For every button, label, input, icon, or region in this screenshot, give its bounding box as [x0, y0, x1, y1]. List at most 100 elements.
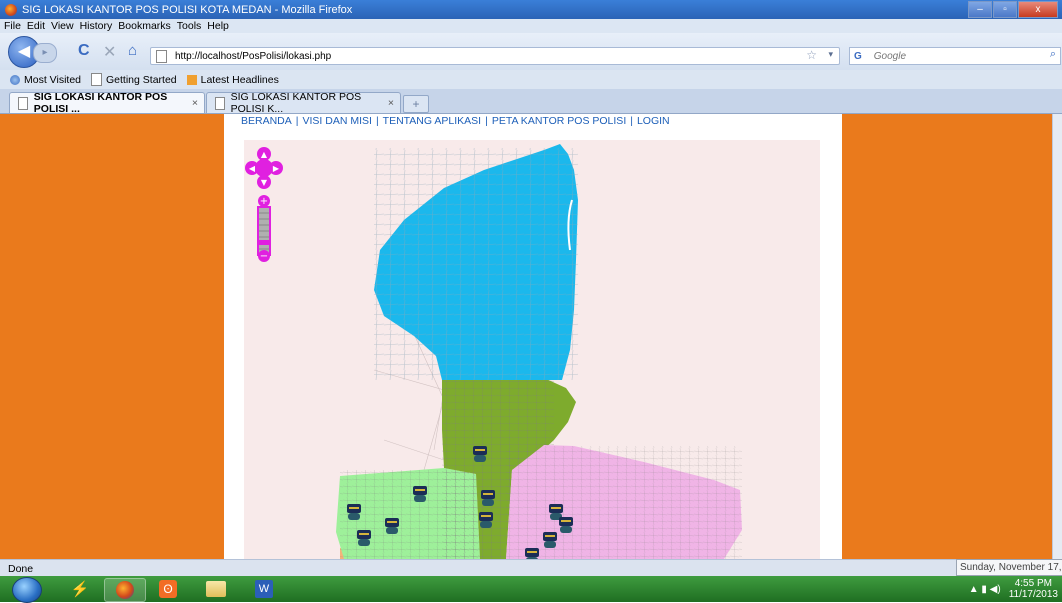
police-marker[interactable] — [559, 517, 573, 533]
menu-help[interactable]: Help — [207, 20, 229, 32]
url-input[interactable] — [173, 49, 777, 63]
tab-close-icon[interactable]: × — [388, 97, 394, 109]
page-content: BERANDA | VISI DAN MISI | TENTANG APLIKASI | P… — [0, 114, 1062, 559]
bookmark-label: Getting Started — [106, 73, 177, 86]
tab-label: SIG LOKASI KANTOR POS POLISI K... — [230, 91, 362, 115]
rss-icon — [186, 74, 197, 85]
nav-separator: | — [375, 115, 379, 127]
zoom-slider-handle[interactable] — [257, 240, 271, 245]
vertical-scrollbar[interactable] — [1052, 114, 1062, 559]
police-marker[interactable] — [413, 486, 427, 502]
page-icon — [215, 96, 225, 110]
tab-lokasi-second[interactable]: SIG LOKASI KANTOR POS POLISI K... × — [206, 91, 401, 115]
xampp-icon: ʘ — [159, 580, 177, 598]
minimize-button[interactable]: – — [968, 1, 992, 18]
tab-close-icon[interactable]: × — [192, 97, 198, 109]
new-tab-button[interactable]: + — [403, 95, 429, 113]
map-zoom-control[interactable]: + − — [257, 195, 271, 262]
close-button[interactable]: x — [1018, 1, 1058, 18]
folder-icon — [206, 581, 226, 597]
menu-bar: File Edit View History Bookmarks Tools H… — [0, 19, 1062, 33]
zoom-out-icon: − — [260, 251, 268, 262]
start-button[interactable] — [12, 577, 42, 603]
taskbar-word[interactable]: W — [244, 578, 284, 600]
tray-clock[interactable]: 4:55 PM 11/17/2013 — [1009, 578, 1058, 600]
bookmarks-toolbar: Most Visited Getting Started Latest Head… — [0, 70, 1062, 90]
date-tooltip: Sunday, November 17, 2013 — [956, 559, 1062, 588]
page-icon — [18, 96, 28, 110]
nav-link-tentang-aplikasi[interactable]: TENTANG APLIKASI — [383, 115, 481, 127]
nav-link-visi-misi[interactable]: VISI DAN MISI — [303, 115, 372, 127]
firefox-icon — [116, 581, 134, 599]
police-marker[interactable] — [473, 446, 487, 462]
bookmark-most-visited[interactable]: Most Visited — [10, 74, 81, 86]
menu-view[interactable]: View — [51, 20, 74, 32]
system-tray: ▲ ▮ ◀) 4:55 PM 11/17/2013 — [969, 576, 1062, 602]
menu-edit[interactable]: Edit — [27, 20, 45, 32]
forward-button[interactable]: ▸ — [33, 43, 57, 63]
window-title: SIG LOKASI KANTOR POS POLISI KOTA MEDAN … — [22, 3, 353, 16]
tool-app-icon: ⚡ — [70, 581, 90, 598]
nav-separator: | — [630, 115, 633, 127]
home-button[interactable]: ⌂ — [128, 42, 137, 59]
status-bar: Done — [0, 559, 1062, 577]
menu-history[interactable]: History — [80, 20, 113, 32]
window-buttons: – ▫ x — [967, 1, 1058, 18]
windows-taskbar: ⚡ ʘ W ▲ ▮ ◀) 4:55 PM 11/17/2013 — [0, 576, 1062, 603]
nav-link-peta-kantor[interactable]: PETA KANTOR POS POLISI — [492, 115, 626, 127]
clock-date: 11/17/2013 — [1008, 589, 1058, 600]
police-marker[interactable] — [357, 530, 371, 546]
word-icon: W — [255, 580, 273, 598]
pan-left-icon: ◀ — [249, 164, 256, 173]
clock-time: 4:55 PM — [1014, 578, 1052, 589]
reload-button[interactable]: C — [78, 42, 90, 60]
search-icon[interactable]: ⌕ — [1050, 48, 1056, 61]
taskbar-tool-app[interactable]: ⚡ — [60, 578, 100, 600]
url-dropdown-icon[interactable]: ▾ — [828, 49, 833, 60]
tab-lokasi-active[interactable]: SIG LOKASI KANTOR POS POLISI ... × — [9, 91, 205, 115]
nav-link-login[interactable]: LOGIN — [637, 115, 670, 127]
bookmark-label: Most Visited — [24, 73, 81, 86]
map-streets-east — [506, 446, 742, 559]
police-marker[interactable] — [385, 518, 399, 534]
content-panel: BERANDA | VISI DAN MISI | TENTANG APLIKASI | P… — [224, 114, 842, 559]
bookmark-getting-started[interactable]: Getting Started — [91, 73, 177, 86]
pan-up-icon: ▲ — [261, 150, 268, 159]
pan-down-icon: ▼ — [261, 178, 268, 187]
search-input[interactable] — [871, 49, 1026, 63]
tab-bar: SIG LOKASI KANTOR POS POLISI ... × SIG L… — [0, 89, 1062, 115]
taskbar-firefox[interactable] — [104, 578, 146, 602]
tab-label: SIG LOKASI KANTOR POS POLISI ... — [33, 91, 168, 115]
taskbar-explorer[interactable] — [196, 578, 236, 600]
bookmark-latest-headlines[interactable]: Latest Headlines — [186, 73, 279, 86]
stop-button[interactable]: ✕ — [103, 42, 116, 62]
most-visited-icon — [10, 74, 20, 85]
police-marker[interactable] — [481, 490, 495, 506]
map-streets-north — [374, 148, 578, 380]
pan-right-icon: ▶ — [273, 164, 280, 173]
search-bar[interactable]: G ⌕ — [849, 47, 1061, 65]
police-marker[interactable] — [347, 504, 361, 520]
window-titlebar: SIG LOKASI KANTOR POS POLISI KOTA MEDAN … — [0, 0, 1062, 19]
map-pan-control[interactable]: ▲ ▼ ◀ ▶ — [245, 147, 283, 189]
status-text: Done — [8, 562, 34, 575]
firefox-icon — [5, 3, 17, 16]
page-icon — [156, 49, 167, 63]
police-marker[interactable] — [479, 512, 493, 528]
menu-file[interactable]: File — [4, 20, 21, 32]
maximize-button[interactable]: ▫ — [993, 1, 1017, 18]
top-nav-links: BERANDA | VISI DAN MISI | TENTANG APLIKASI | P… — [241, 115, 670, 127]
menu-tools[interactable]: Tools — [177, 20, 202, 32]
url-bar[interactable]: ☆ ▾ — [150, 47, 840, 65]
bookmark-star-icon[interactable]: ☆ — [806, 48, 817, 62]
nav-separator: | — [295, 115, 299, 127]
bookmark-label: Latest Headlines — [200, 73, 279, 86]
menu-bookmarks[interactable]: Bookmarks — [118, 20, 171, 32]
map-viewport[interactable]: ▲ ▼ ◀ ▶ + − — [244, 140, 820, 559]
google-engine-icon[interactable]: G — [854, 51, 862, 62]
tray-icons[interactable]: ▲ ▮ ◀) — [969, 584, 1001, 595]
page-icon — [91, 73, 102, 86]
nav-link-beranda[interactable]: BERANDA — [241, 115, 292, 127]
police-marker[interactable] — [543, 532, 557, 548]
taskbar-xampp[interactable]: ʘ — [148, 578, 188, 600]
